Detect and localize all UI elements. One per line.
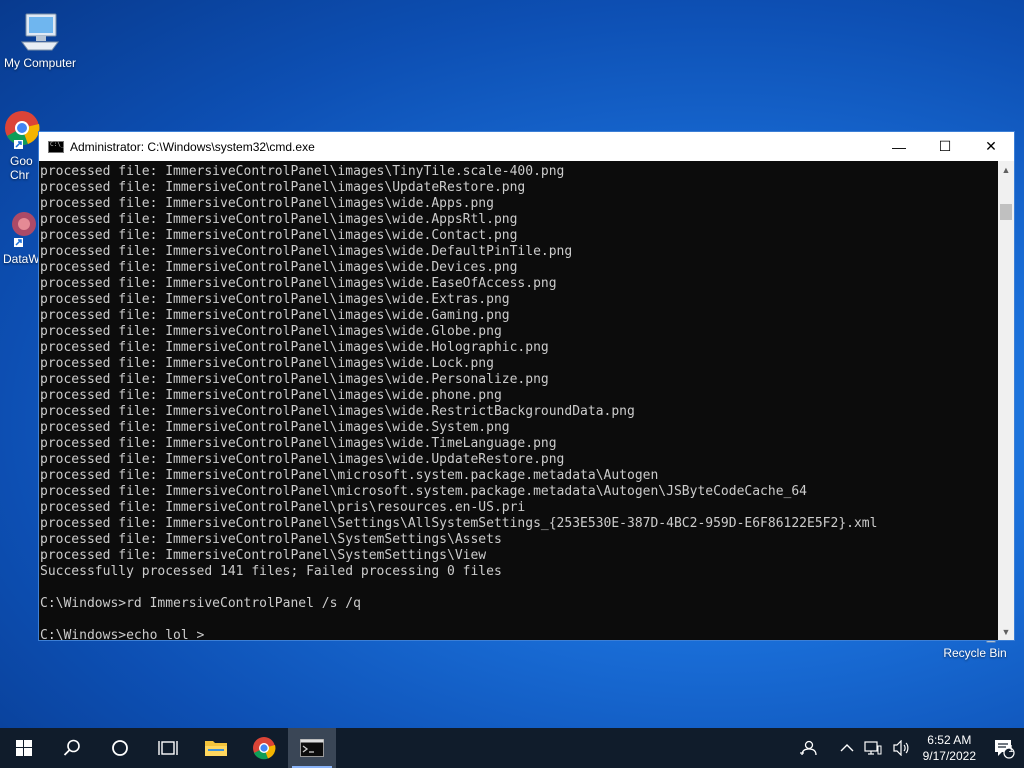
console-line: processed file: ImmersiveControlPanel\im… [40,196,494,211]
show-hidden-icons-button[interactable] [835,743,859,753]
console-line: processed file: ImmersiveControlPanel\im… [40,388,502,403]
console-line: processed file: ImmersiveControlPanel\mi… [40,484,808,499]
window-title: Administrator: C:\Windows\system32\cmd.e… [70,139,315,154]
command-prompt-icon [300,739,324,757]
console-line: processed file: ImmersiveControlPanel\im… [40,452,565,467]
action-center-button[interactable]: 1 [984,728,1024,768]
console-line: processed file: ImmersiveControlPanel\im… [40,340,549,355]
task-view-icon [158,741,178,755]
console-line: processed file: ImmersiveControlPanel\im… [40,276,557,291]
speaker-icon [893,740,909,756]
scroll-down-arrow-icon[interactable]: ▼ [998,623,1014,640]
volume-button[interactable] [887,740,915,756]
cortana-circle-icon [112,740,128,756]
console-line: processed file: ImmersiveControlPanel\Se… [40,516,878,531]
console-line: processed file: ImmersiveControlPanel\im… [40,180,526,195]
console-line: processed file: ImmersiveControlPanel\Sy… [40,548,487,563]
cortana-button[interactable] [96,728,144,768]
computer-icon [16,10,64,54]
console-line: Successfully processed 141 files; Failed… [40,564,502,579]
clock-date: 9/17/2022 [922,749,976,763]
desktop-icon-label: DataW [3,252,40,266]
console-output[interactable]: processed file: ImmersiveControlPanel\im… [39,161,1000,640]
console-line: processed file: ImmersiveControlPanel\im… [40,212,518,227]
console-line: processed file: ImmersiveControlPanel\im… [40,372,549,387]
console-line: processed file: ImmersiveControlPanel\im… [40,404,635,419]
search-button[interactable] [48,728,96,768]
console-line: processed file: ImmersiveControlPanel\Sy… [40,532,502,547]
desktop-icon-chrome[interactable]: Goo Chr [0,108,40,182]
console-line: processed file: ImmersiveControlPanel\im… [40,228,518,243]
window-titlebar[interactable]: Administrator: C:\Windows\system32\cmd.e… [39,132,1014,161]
app-shortcut-icon [0,206,40,250]
vertical-scrollbar[interactable]: ▲ ▼ [998,161,1014,640]
console-line: processed file: ImmersiveControlPanel\im… [40,164,565,179]
taskbar: 6:52 AM 9/17/2022 1 [0,728,1024,768]
console-line: processed file: ImmersiveControlPanel\im… [40,324,502,339]
console-line: processed file: ImmersiveControlPanel\im… [40,436,557,451]
search-icon [63,739,80,756]
people-icon [799,740,817,756]
console-line: C:\Windows>rd ImmersiveControlPanel /s /… [40,596,361,611]
scroll-up-arrow-icon[interactable]: ▲ [998,161,1014,178]
console-line: processed file: ImmersiveControlPanel\im… [40,420,510,435]
console-line: processed file: ImmersiveControlPanel\mi… [40,468,659,483]
people-button[interactable] [794,739,835,757]
minimize-button[interactable]: — [876,132,922,161]
desktop-icon-my-computer[interactable]: My Computer [0,10,80,70]
console-line: processed file: ImmersiveControlPanel\im… [40,260,518,275]
network-icon [864,741,882,755]
desktop-icon-label: Recycle Bin [943,646,1007,660]
close-button[interactable]: ✕ [968,132,1014,161]
console-line: processed file: ImmersiveControlPanel\im… [40,356,494,371]
desktop-icon-label: Goo Chr [10,154,33,182]
scrollbar-thumb[interactable] [1000,204,1012,220]
chrome-icon [0,108,40,152]
console-line: processed file: ImmersiveControlPanel\im… [40,292,510,307]
chrome-icon [253,737,276,760]
console-line: processed file: ImmersiveControlPanel\im… [40,308,510,323]
windows-logo-icon [16,740,32,756]
taskbar-file-explorer[interactable] [192,728,240,768]
notification-count-badge: 1 [1008,744,1014,755]
clock-time: 6:52 AM [927,733,972,747]
task-view-button[interactable] [144,728,192,768]
taskbar-cmd[interactable] [288,728,336,768]
folder-icon [205,741,227,756]
console-line: processed file: ImmersiveControlPanel\im… [40,244,573,259]
system-tray: 6:52 AM 9/17/2022 1 [794,728,1024,768]
desktop-icon-dataw[interactable]: DataW [0,206,40,266]
cmd-app-icon [48,140,64,153]
taskbar-chrome[interactable] [240,728,288,768]
start-button[interactable] [0,728,48,768]
desktop-icon-label: My Computer [3,56,77,70]
console-line: C:\Windows>echo lol > [40,628,205,640]
taskbar-clock[interactable]: 6:52 AM 9/17/2022 [915,732,984,764]
chevron-up-icon [840,744,854,752]
network-button[interactable] [859,740,887,756]
maximize-button[interactable]: ☐ [922,132,968,161]
console-line: processed file: ImmersiveControlPanel\pr… [40,500,526,515]
cmd-window[interactable]: Administrator: C:\Windows\system32\cmd.e… [38,131,1015,641]
